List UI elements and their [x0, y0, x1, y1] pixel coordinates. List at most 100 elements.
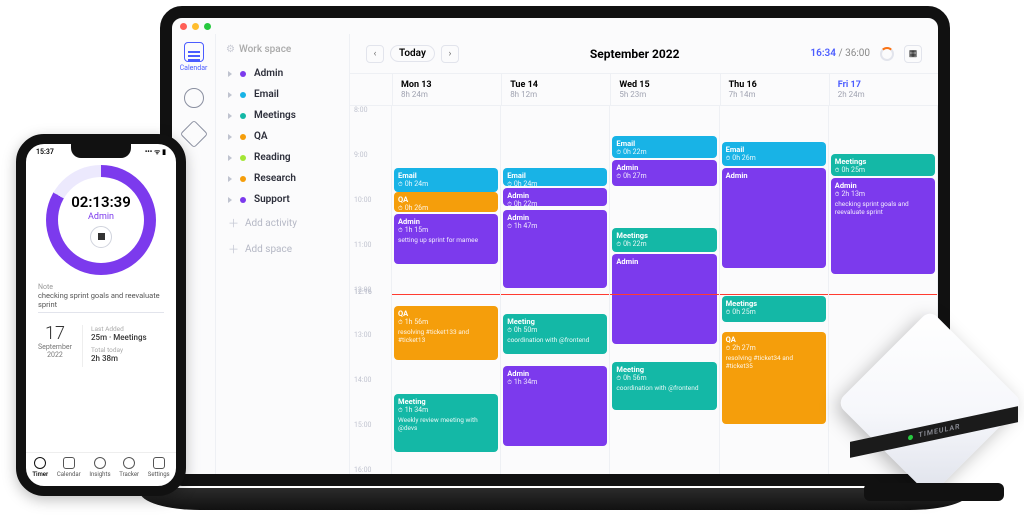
calendar-event[interactable]: Admin1h 34m [503, 366, 607, 446]
status-icons: ••• ᯤ ▮ [145, 148, 166, 157]
activity-color-dot [240, 155, 246, 161]
calendar-event[interactable]: Email0h 26m [722, 142, 826, 166]
sidebar-item-qa[interactable]: QA [226, 126, 339, 147]
nav-calendar[interactable]: Calendar [180, 42, 208, 72]
insights-icon [94, 457, 106, 469]
tracker-icon [123, 457, 135, 469]
calendar-event[interactable]: Meetings0h 25m [831, 154, 935, 176]
now-indicator [501, 294, 609, 295]
phone-device: 15:37 ••• ᯤ ▮ 02:13:39 Admin Note checki… [16, 134, 186, 496]
note-label: Note [38, 283, 164, 291]
day-column[interactable]: Email0h 24mQA0h 26mAdmin1h 15msetting up… [392, 106, 501, 474]
total-today-value: 2h 38m [91, 354, 118, 363]
stop-button[interactable] [90, 226, 112, 248]
activity-color-dot [240, 134, 246, 140]
sidebar-item-label: Research [254, 173, 296, 184]
app-root: Calendar ⚙ Work space AdminEmailMeetings… [172, 34, 938, 474]
calendar-event[interactable]: Admin1h 47m [503, 210, 607, 288]
window-traffic-lights [172, 18, 938, 34]
now-indicator [392, 294, 500, 295]
calendar-event[interactable]: Admin0h 27m [612, 160, 716, 186]
time-label: 10:00 [354, 196, 371, 204]
day-column[interactable]: Email0h 24m Admin0h 22m Admin1h 47m Meeting… [501, 106, 610, 474]
phone-notch [71, 144, 131, 158]
activity-color-dot [240, 92, 246, 98]
tracker-device: TIMEULAR [850, 333, 1018, 501]
date-summary: 17 September 2022 Last Added 25m · Meeti… [26, 313, 176, 367]
calendar-event[interactable]: Email0h 24m [503, 168, 607, 186]
sidebar: ⚙ Work space AdminEmailMeetingsQA Reading… [216, 34, 350, 474]
time-label: 8:00 [354, 106, 368, 114]
phone-tab-tracker[interactable]: Tracker [119, 457, 139, 478]
phone-tab-bar: Timer Calendar Insights Tracker Settings [26, 452, 176, 482]
calendar-event[interactable]: Meetings0h 22m [612, 228, 716, 252]
sidebar-item-label: Support [254, 194, 290, 205]
time-label: 15:00 [354, 421, 371, 429]
date-picker-button[interactable]: ▦ [904, 45, 922, 63]
close-window-icon[interactable] [180, 23, 187, 30]
day-column[interactable]: Email0h 22mAdmin0h 27m Meetings0h 22mAdmi… [610, 106, 719, 474]
calendar-event[interactable]: Admin0h 22m [503, 188, 607, 206]
sidebar-workspace-header[interactable]: ⚙ Work space [226, 44, 339, 55]
diamond-icon [179, 120, 207, 148]
activity-color-dot [240, 113, 246, 119]
activity-color-dot [240, 71, 246, 77]
minimize-window-icon[interactable] [192, 23, 199, 30]
nav-insights[interactable] [184, 88, 204, 108]
hours-progress: 16:34 / 36:00 [810, 48, 870, 59]
sidebar-item-label: Reading [254, 152, 291, 163]
next-week-button[interactable]: › [441, 45, 459, 63]
prev-week-button[interactable]: ‹ [366, 45, 384, 63]
calendar-icon: ▦ [909, 49, 918, 59]
calendar-event[interactable]: Admin [722, 168, 826, 268]
phone-tab-insights[interactable]: Insights [89, 457, 110, 478]
chevron-right-icon [228, 197, 232, 203]
calendar-event[interactable]: QA1h 56mresolving #ticket133 and #ticket… [394, 306, 498, 360]
calendar-event[interactable]: Email0h 24m [394, 168, 498, 192]
tracker-dock [864, 483, 1004, 501]
today-button[interactable]: Today [390, 45, 435, 62]
chevron-right-icon [228, 176, 232, 182]
calendar-event[interactable]: QA0h 26m [394, 192, 498, 212]
sidebar-item-support[interactable]: Support [226, 189, 339, 210]
date-month: September [38, 343, 72, 351]
calendar-event[interactable]: Email0h 22m [612, 136, 716, 158]
calendar-event[interactable]: Meeting1h 34mWeekly review meeting with … [394, 394, 498, 452]
maximize-window-icon[interactable] [204, 23, 211, 30]
sidebar-item-meetings[interactable]: Meetings [226, 105, 339, 126]
sidebar-item-reading[interactable]: Reading [226, 147, 339, 168]
nav-tracker[interactable] [184, 124, 204, 144]
phone-tab-timer[interactable]: Timer [32, 457, 48, 478]
day-column[interactable]: Email0h 26mAdmin Meetings0h 25m QA2h 27mre… [720, 106, 829, 474]
timer-icon [34, 457, 46, 469]
nav-calendar-label: Calendar [180, 64, 208, 72]
phone-tab-settings[interactable]: Settings [148, 457, 170, 478]
timer-ring-inner: 02:13:39 Admin [58, 177, 144, 263]
note-input[interactable]: checking sprint goals and reevaluate spr… [38, 291, 164, 313]
calendar-event[interactable]: Meetings0h 25m [722, 296, 826, 322]
sidebar-item-admin[interactable]: Admin [226, 63, 339, 84]
phone-tab-calendar[interactable]: Calendar [57, 457, 81, 478]
time-axis: 8:009:0010:0011:0012:0013:0014:0015:0016… [350, 106, 392, 474]
calendar-icon [63, 457, 75, 469]
calendar-event[interactable]: QA2h 27mresolving #ticket34 and #ticket3… [722, 332, 826, 424]
month-title: September 2022 [590, 47, 680, 61]
add-activity-button[interactable]: ＋ Add activity [226, 210, 339, 236]
date-nav: ‹ Today › [366, 45, 459, 63]
now-indicator [829, 294, 937, 295]
day-header: Wed 155h 23m [610, 74, 719, 105]
calendar-event[interactable]: Meeting0h 56mcoordination with @frontend [612, 362, 716, 410]
calendar-event[interactable]: Meeting0h 50mcoordination with @frontend [503, 314, 607, 354]
date-day: 17 [38, 325, 72, 343]
sidebar-item-research[interactable]: Research [226, 168, 339, 189]
pie-chart-icon [184, 88, 204, 108]
add-space-button[interactable]: ＋ Add space [226, 236, 339, 262]
calendar-event[interactable]: Admin2h 13mchecking sprint goals and ree… [831, 178, 935, 274]
sidebar-item-email[interactable]: Email [226, 84, 339, 105]
date-year: 2022 [38, 351, 72, 359]
chevron-right-icon [228, 155, 232, 161]
activity-color-dot [240, 197, 246, 203]
calendar-event[interactable]: Admin [612, 254, 716, 344]
calendar-event[interactable]: Admin1h 15msetting up sprint for mamee [394, 214, 498, 264]
plus-icon: ＋ [228, 241, 239, 257]
